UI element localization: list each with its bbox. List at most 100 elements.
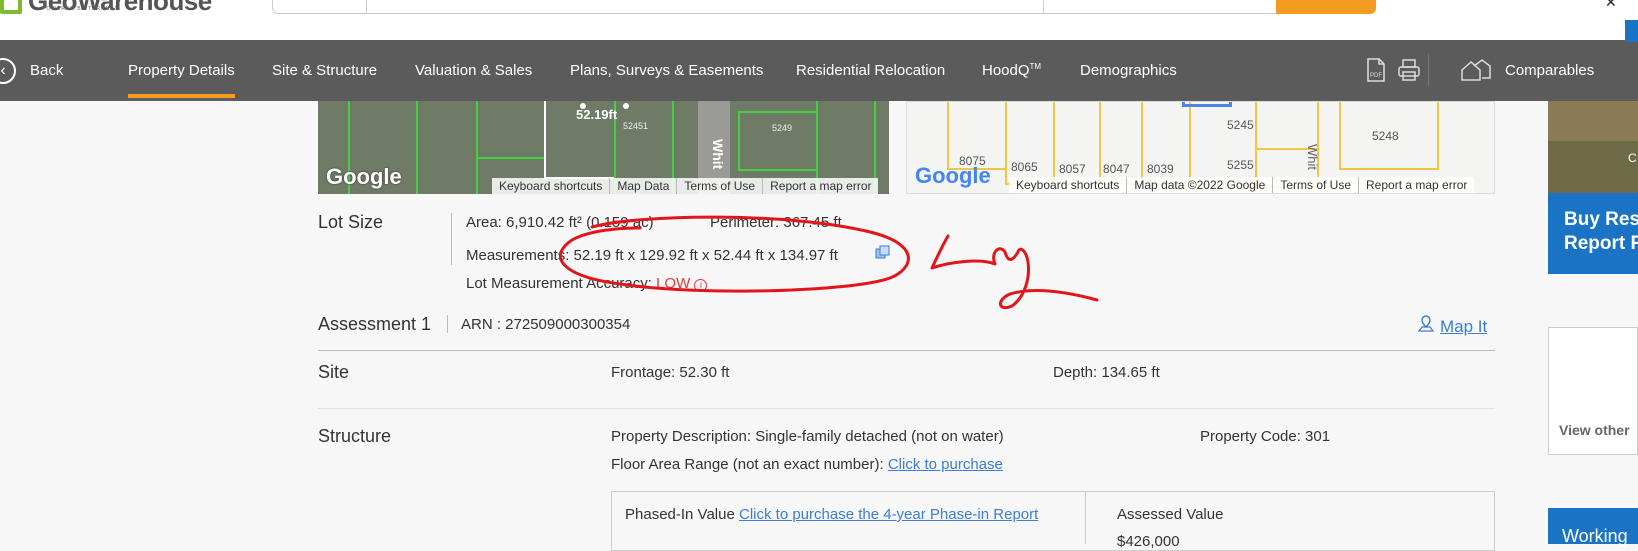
map-pin-icon[interactable] [1417, 315, 1435, 338]
google-logo: Google [915, 163, 991, 189]
pdf-icon[interactable]: PDF [1366, 58, 1386, 88]
parcel-number: 8057 [1059, 162, 1086, 176]
property-description: Property Description: Single-family deta… [611, 428, 1004, 445]
map-it-link[interactable]: Map It [1440, 317, 1487, 337]
search-button[interactable] [1276, 0, 1376, 14]
back-arrow-icon[interactable]: ‹ [0, 58, 16, 84]
active-tab-indicator [128, 94, 235, 98]
measure-point [623, 103, 629, 109]
property-code: Property Code: 301 [1200, 428, 1331, 445]
nav-divider [1428, 54, 1429, 86]
road-map[interactable]: 5245 5248 5255 8075 8065 8057 8047 8039 … [906, 101, 1495, 194]
parcel-number: 8039 [1147, 162, 1174, 176]
logo-subtitle: POWERED BY TERANET [42, 6, 119, 12]
parcel-number-label: 5249 [772, 123, 793, 133]
parcel-outline [476, 101, 546, 159]
parcel-number: 8065 [1011, 160, 1038, 174]
geowarehouse-logo[interactable]: GeoWarehouse POWERED BY TERANET [0, 0, 215, 16]
street-label: Whit [710, 139, 726, 170]
parcel-outline [738, 111, 818, 171]
lot-area: Area: 6,910.42 ft² (0.159 ac) [466, 214, 654, 231]
print-icon[interactable] [1397, 58, 1421, 88]
photo-shade [1548, 141, 1638, 193]
trademark-mark: TM [1029, 62, 1042, 71]
lot-accuracy-label: Lot Measurement Accuracy: [466, 275, 652, 292]
comparables-houses-icon[interactable] [1460, 58, 1492, 88]
buy-report-line2: Report F [1564, 233, 1638, 254]
google-logo: Google [326, 164, 402, 189]
tab-residential-relocation[interactable]: Residential Relocation [796, 62, 945, 79]
view-other-link[interactable]: View other [1559, 422, 1630, 438]
close-icon[interactable]: ✕ [1605, 0, 1617, 11]
assessed-value: $426,000 [1117, 533, 1180, 550]
lot-accuracy-value: LOW [656, 275, 691, 292]
subject-parcel-highlight [1182, 102, 1232, 107]
google-logo-text: Google [915, 163, 991, 188]
section-divider-line [318, 408, 1495, 409]
phased-in-value: Phased-In Value Click to purchase the 4-… [625, 506, 1038, 523]
parcel-number-label: 52451 [623, 121, 649, 131]
satellite-map[interactable]: 52.19ft 52451 5249 Whit Google Keyboard … [318, 101, 889, 194]
floor-area-purchase-link[interactable]: Click to purchase [888, 456, 1003, 473]
section-divider [447, 315, 448, 333]
sidebar-card[interactable]: View other [1548, 327, 1638, 455]
report-map-error-link[interactable]: Report a map error [762, 178, 878, 194]
phased-in-label: Phased-In Value [625, 506, 735, 523]
tab-site-structure[interactable]: Site & Structure [272, 62, 377, 79]
site-depth: Depth: 134.65 ft [1053, 364, 1160, 381]
info-icon[interactable]: i [694, 279, 708, 292]
assessment-heading: Assessment 1 [318, 314, 432, 334]
parcel-number: 5255 [1227, 158, 1254, 172]
tab-plans-surveys-easements[interactable]: Plans, Surveys & Easements [570, 62, 763, 79]
copy-icon[interactable] [875, 245, 891, 264]
section-divider-line [318, 350, 1495, 351]
phase-in-report-link[interactable]: Click to purchase the 4-year Phase-in Re… [739, 506, 1038, 523]
keyboard-shortcuts-link[interactable]: Keyboard shortcuts [1009, 177, 1126, 193]
report-map-error-link[interactable]: Report a map error [1358, 177, 1474, 193]
lot-size-heading: Lot Size [318, 212, 384, 232]
parcel-number: 8047 [1103, 162, 1130, 176]
tab-hoodq-label: HoodQ [982, 62, 1030, 79]
tab-property-details[interactable]: Property Details [128, 62, 235, 79]
parcel-number: 5248 [1372, 129, 1399, 143]
section-divider [451, 213, 452, 265]
search-divider [1043, 0, 1044, 14]
arn-number: ARN : 272509000300354 [461, 316, 631, 333]
back-button[interactable]: Back [30, 62, 63, 79]
site-heading: Site [318, 362, 350, 382]
search-divider [366, 0, 367, 14]
svg-text:PDF: PDF [1370, 73, 1382, 79]
terms-of-use-link[interactable]: Terms of Use [676, 178, 762, 194]
map-footer: Keyboard shortcuts Map data ©2022 Google… [1009, 177, 1475, 193]
lot-perimeter: Perimeter: 367.45 ft [710, 214, 842, 231]
sidebar-photo-text: C [1628, 151, 1637, 165]
tab-hoodq[interactable]: HoodQTM [982, 62, 1041, 79]
map-footer: Keyboard shortcuts Map Data Terms of Use… [492, 178, 879, 194]
assessed-value-label: Assessed Value [1117, 506, 1224, 523]
annotation-handwriting [930, 234, 1099, 309]
measure-point [580, 103, 586, 109]
working-banner[interactable]: Working [1548, 508, 1638, 546]
keyboard-shortcuts-link[interactable]: Keyboard shortcuts [492, 178, 609, 194]
parcel-outline [1189, 102, 1257, 185]
floor-area-label: Floor Area Range (not an exact number): [611, 456, 884, 473]
parcel-outline [1255, 102, 1319, 150]
logo-mark-icon [0, 0, 22, 14]
sidebar-photo: C [1548, 101, 1638, 193]
site-frontage: Frontage: 52.30 ft [611, 364, 730, 381]
map-data-link[interactable]: Map Data [609, 178, 676, 194]
sidebar-edge-tab [1625, 20, 1638, 42]
street-label: Whit [1305, 144, 1320, 170]
measurement-label: 52.19ft [576, 107, 618, 122]
structure-heading: Structure [318, 426, 392, 446]
tab-valuation-sales[interactable]: Valuation & Sales [415, 62, 532, 79]
property-nav-bar: ‹ Back Property Details Site & Structure… [0, 40, 1638, 101]
floor-area-range: Floor Area Range (not an exact number): … [611, 456, 1003, 473]
buy-report-banner[interactable]: Buy Res Report F [1548, 193, 1638, 274]
tab-demographics[interactable]: Demographics [1080, 62, 1177, 79]
search-bar[interactable] [272, 0, 1376, 14]
map-data-link[interactable]: Map data ©2022 Google [1126, 177, 1272, 193]
parcel-outline [416, 101, 478, 194]
comparables-button[interactable]: Comparables [1505, 62, 1594, 79]
terms-of-use-link[interactable]: Terms of Use [1272, 177, 1358, 193]
